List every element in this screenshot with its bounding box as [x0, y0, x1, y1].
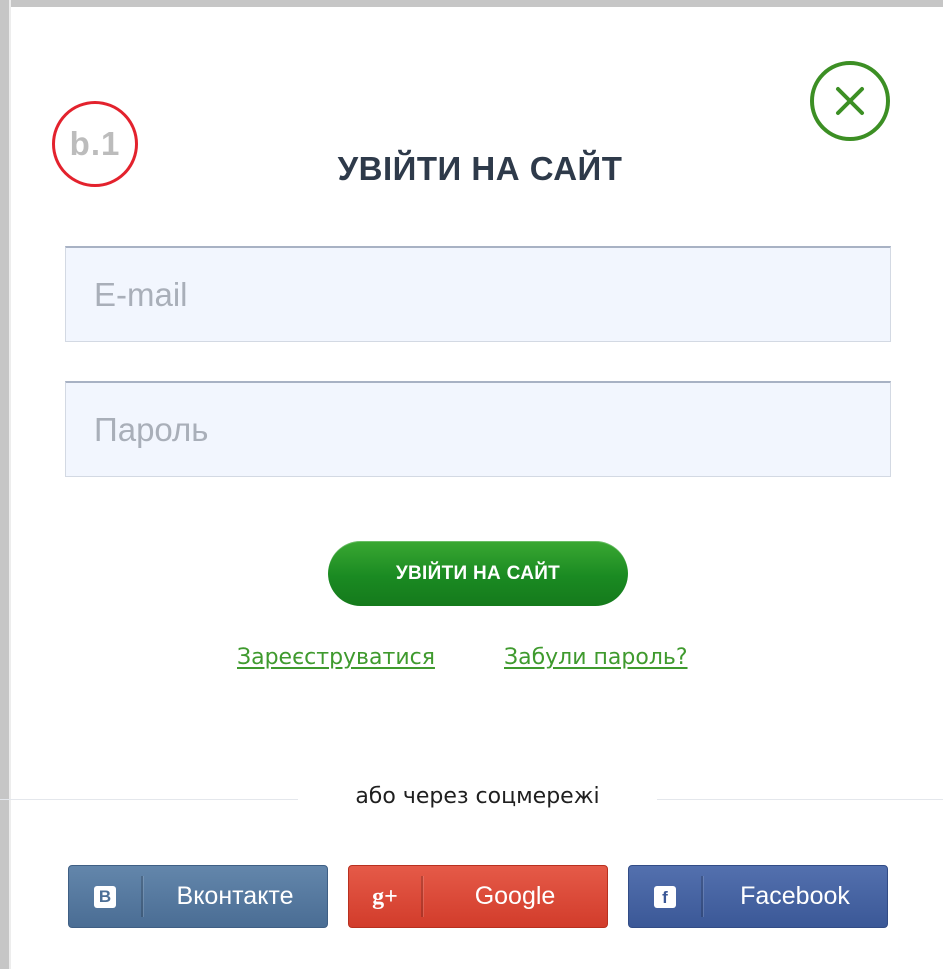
close-icon — [836, 87, 864, 115]
register-link[interactable]: Зареєструватися — [237, 645, 435, 670]
social-divider-text: або через соцмережі — [355, 784, 600, 809]
window-frame-top — [0, 0, 943, 7]
login-submit-button[interactable]: УВІЙТИ НА САЙТ — [328, 541, 628, 606]
close-button[interactable] — [810, 61, 890, 141]
login-modal: b.1 УВІЙТИ НА САЙТ УВІЙТИ НА САЙТ Зареєс… — [0, 0, 943, 969]
divider-line-right — [657, 799, 943, 800]
google-login-button[interactable]: g+ Google — [348, 865, 608, 928]
vk-button-label: Вконтакте — [176, 882, 294, 910]
google-plus-icon-glyph: g+ — [372, 883, 398, 910]
facebook-button-label: Facebook — [740, 882, 850, 910]
window-frame-left-inner — [9, 0, 11, 969]
window-frame-left — [0, 0, 9, 969]
forgot-password-link[interactable]: Забули пароль? — [504, 645, 688, 670]
vk-icon: B — [69, 866, 141, 927]
divider-line-left — [0, 799, 298, 800]
vk-icon-glyph: B — [94, 885, 116, 908]
modal-title: УВІЙТИ НА САЙТ — [337, 150, 623, 187]
vk-login-button[interactable]: B Вконтакте — [68, 865, 328, 928]
facebook-login-button[interactable]: f Facebook — [628, 865, 888, 928]
google-plus-icon: g+ — [349, 866, 421, 927]
google-button-label: Google — [474, 882, 556, 910]
password-field[interactable] — [65, 381, 891, 477]
facebook-icon-glyph: f — [654, 885, 676, 908]
facebook-icon: f — [629, 866, 701, 927]
email-field[interactable] — [65, 246, 891, 342]
